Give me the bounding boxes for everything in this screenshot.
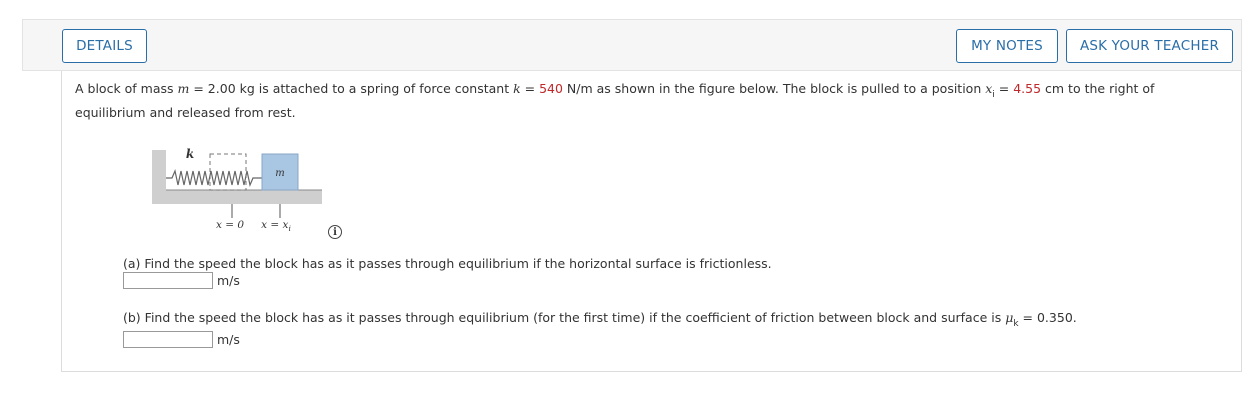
info-icon[interactable]: i xyxy=(328,225,342,239)
spring-label: k xyxy=(186,147,194,161)
spring-constant-value: 540 xyxy=(539,81,563,96)
part-b-prompt: (b) Find the speed the block has as it p… xyxy=(123,310,1077,329)
part-a-prompt: (a) Find the speed the block has as it p… xyxy=(123,256,772,271)
mu-subscript: k xyxy=(1013,319,1019,329)
my-notes-button[interactable]: MY NOTES xyxy=(956,29,1058,63)
spring xyxy=(166,169,262,187)
problem-statement: A block of mass m = 2.00 kg is attached … xyxy=(75,78,1225,124)
details-button[interactable]: DETAILS xyxy=(62,29,147,63)
spring-block-figure: m k x = 0 x = xi xyxy=(152,147,322,233)
part-b-text-1: (b) Find the speed the block has as it p… xyxy=(123,310,1006,325)
position-value: 4.55 xyxy=(1013,81,1042,96)
mass-symbol: m xyxy=(177,81,190,96)
part-a-answer-row: m/s xyxy=(123,272,240,289)
problem-text-5: = xyxy=(994,81,1014,96)
x-i-label-main: x = x xyxy=(261,219,288,231)
problem-text-2: = 2.00 kg is attached to a spring of for… xyxy=(189,81,514,96)
part-b-answer-row: m/s xyxy=(123,331,240,348)
part-a-unit: m/s xyxy=(217,273,240,288)
part-a-answer-input[interactable] xyxy=(123,272,213,289)
problem-text-4: N/m as shown in the figure below. The bl… xyxy=(562,81,986,96)
problem-text-1: A block of mass xyxy=(75,81,178,96)
question-header xyxy=(22,19,1242,71)
problem-text-3: = xyxy=(520,81,540,96)
part-b-answer-input[interactable] xyxy=(123,331,213,348)
x-subscript: i xyxy=(992,90,995,100)
ask-your-teacher-button[interactable]: ASK YOUR TEACHER xyxy=(1066,29,1233,63)
block-label: m xyxy=(275,168,284,179)
x-i-label-sub: i xyxy=(288,224,291,233)
k-symbol: k xyxy=(513,81,521,96)
x-zero-label: x = 0 xyxy=(216,219,244,231)
part-b-text-2: = 0.350. xyxy=(1018,310,1077,325)
part-b-unit: m/s xyxy=(217,332,240,347)
floor xyxy=(152,190,322,204)
x-i-label: x = xi xyxy=(261,219,291,233)
